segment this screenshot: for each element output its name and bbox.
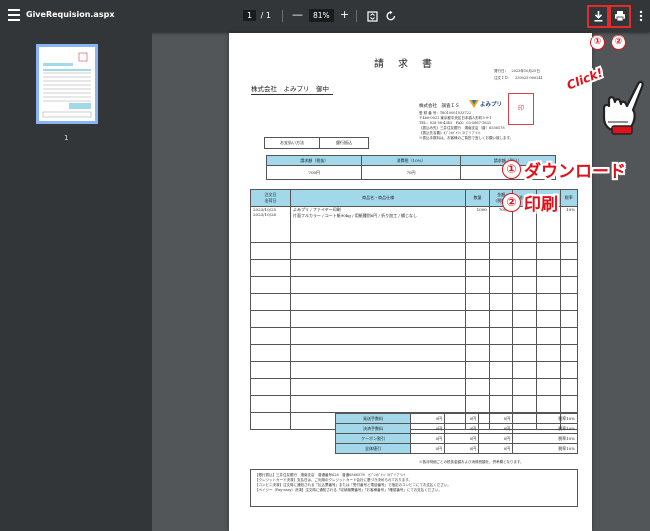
totals-value: 税率10% [512, 413, 578, 424]
download-instruction-label: ダウンロード [524, 162, 626, 182]
page-thumbnail[interactable] [36, 44, 98, 124]
payment-label: お支払い方法 [264, 137, 320, 149]
logo-text: よみプリ [480, 102, 503, 108]
totals-value: 0円 [409, 433, 446, 444]
print-instruction: ② 印刷 [502, 190, 558, 215]
totals-value: 0円 [444, 433, 480, 444]
order-id: 注文ＩＤ： 230025-000241 [494, 76, 543, 80]
toolbar-divider [356, 10, 357, 22]
totals-value: 0円 [478, 413, 514, 424]
totals-value: 0円 [444, 413, 480, 424]
zoom-in-button[interactable]: + [340, 8, 349, 22]
table-row [250, 293, 578, 311]
page-total: / 1 [260, 11, 271, 20]
zoom-out-button[interactable]: — [292, 8, 303, 22]
summary-value: 700円 [265, 165, 363, 180]
summary-header: 請求額（税抜） [265, 155, 363, 166]
totals-value: 税率10% [512, 433, 578, 444]
totals-value: 0円 [409, 413, 446, 424]
summary-header: 消費税（10%） [361, 155, 461, 166]
thumbnail-page-number: 1 [64, 134, 69, 142]
print-highlight-box [609, 5, 631, 28]
totals-value: 税率10% [512, 423, 578, 434]
document-title: GiveRequision.aspx [26, 10, 115, 19]
table-row [250, 378, 578, 396]
company-logo: よみプリ [469, 100, 502, 108]
totals-value: 0円 [444, 443, 480, 454]
ship-date: 2023/10/26 [253, 212, 277, 217]
totals-table: 発送手数料 0円 0円 0円 税率10% 決済手数料 0円 0円 0円 税率10… [335, 413, 578, 454]
fit-page-icon[interactable] [364, 8, 380, 24]
print-instruction-label: 印刷 [524, 195, 558, 215]
download-marker: ① [590, 32, 605, 51]
print-marker: ② [611, 32, 626, 51]
issuer-line: ※振込手数料は、お客様のご負担で宜しくお願い致します。 [419, 136, 514, 140]
table-row [250, 259, 578, 277]
issuer-name: 株式会社 調査ＩＳ [419, 104, 460, 109]
items-header: 数量 [465, 189, 490, 207]
invoice-title: 請 求 書 [374, 59, 434, 70]
totals-value: 0円 [478, 443, 514, 454]
toolbar-divider [282, 10, 283, 22]
pdf-toolbar: GiveRequision.aspx 1 / 1 — 81% + [0, 0, 650, 32]
totals-value: 0円 [478, 423, 514, 434]
pointing-hand-icon [602, 80, 644, 135]
items-table: 注文日 出荷日 商品名・商品仕様 数量 金額 (税抜) 消費税 合計 税率 20… [250, 189, 578, 430]
download-highlight-box [587, 5, 609, 28]
table-row [250, 242, 578, 260]
items-header: 注文日 出荷日 [250, 189, 291, 207]
item-tax-rate: 10% [559, 206, 578, 243]
download-step-number: ① [502, 160, 521, 179]
logo-mark-icon [469, 100, 479, 108]
totals-label: 発送手数料 [335, 413, 411, 424]
remark-line: 【ペイジー（Pay-easy）決済】注文時に通知される「収納機関番号」「お客様番… [255, 488, 442, 492]
rotate-icon[interactable] [383, 8, 399, 24]
table-row [250, 344, 578, 362]
summary-value: 70円 [361, 165, 461, 180]
download-instruction: ① ダウンロード [502, 157, 626, 182]
more-vertical-icon[interactable] [633, 8, 649, 24]
issuer-details: 登 録 番 号：T6010001033722 〒460-0021 東京都中央区日… [419, 111, 519, 141]
page-indicator: 1 / 1 [243, 10, 271, 21]
menu-icon[interactable] [8, 9, 20, 23]
totals-value: 税率10% [512, 443, 578, 454]
page-number-input[interactable]: 1 [243, 10, 257, 21]
pdf-page: 請 求 書 発行日： 2023年10月25日 注文ＩＤ： 230025-0002… [229, 33, 592, 531]
item-qty: 1000 [465, 206, 490, 243]
table-row [250, 276, 578, 294]
totals-value: 0円 [409, 443, 446, 454]
table-row [250, 310, 578, 328]
addressee: 株式会社 よみプリ 御中 [251, 83, 333, 95]
items-header: 商品名・商品仕様 [289, 189, 467, 207]
print-step-number: ② [502, 193, 521, 212]
table-row [250, 361, 578, 379]
totals-label: 全体値引 [335, 443, 411, 454]
payment-method-table: お支払い方法 銀行振込 [264, 137, 369, 149]
table-row [250, 395, 578, 413]
items-header: 税率 [559, 189, 578, 207]
zoom-level-input[interactable]: 81% [309, 9, 334, 22]
remarks-box: 【銀行振込】三井住友銀行 湘南支店 普通番号628 普通6566578 ｶﾌﾞｼ… [250, 469, 578, 507]
totals-value: 0円 [409, 423, 446, 434]
issue-date: 発行日： 2023年10月25日 [494, 69, 540, 73]
tax-note: ※各月明細ごとの税抜金額および消費税額を、併考欄となります。 [419, 460, 524, 464]
totals-value: 0円 [478, 433, 514, 444]
item-spec: 片面フルカラー / コート紙90kg / 用紙種別6円 / 折り加工 / 綴じな… [292, 213, 418, 218]
totals-value: 0円 [444, 423, 480, 434]
thumbnail-sidebar: 1 [0, 32, 152, 531]
payment-value: 銀行振込 [319, 137, 369, 149]
totals-label: 決済手数料 [335, 423, 411, 434]
table-row [250, 327, 578, 345]
company-seal: 印 [508, 93, 534, 125]
totals-label: クーポン割引 [335, 433, 411, 444]
